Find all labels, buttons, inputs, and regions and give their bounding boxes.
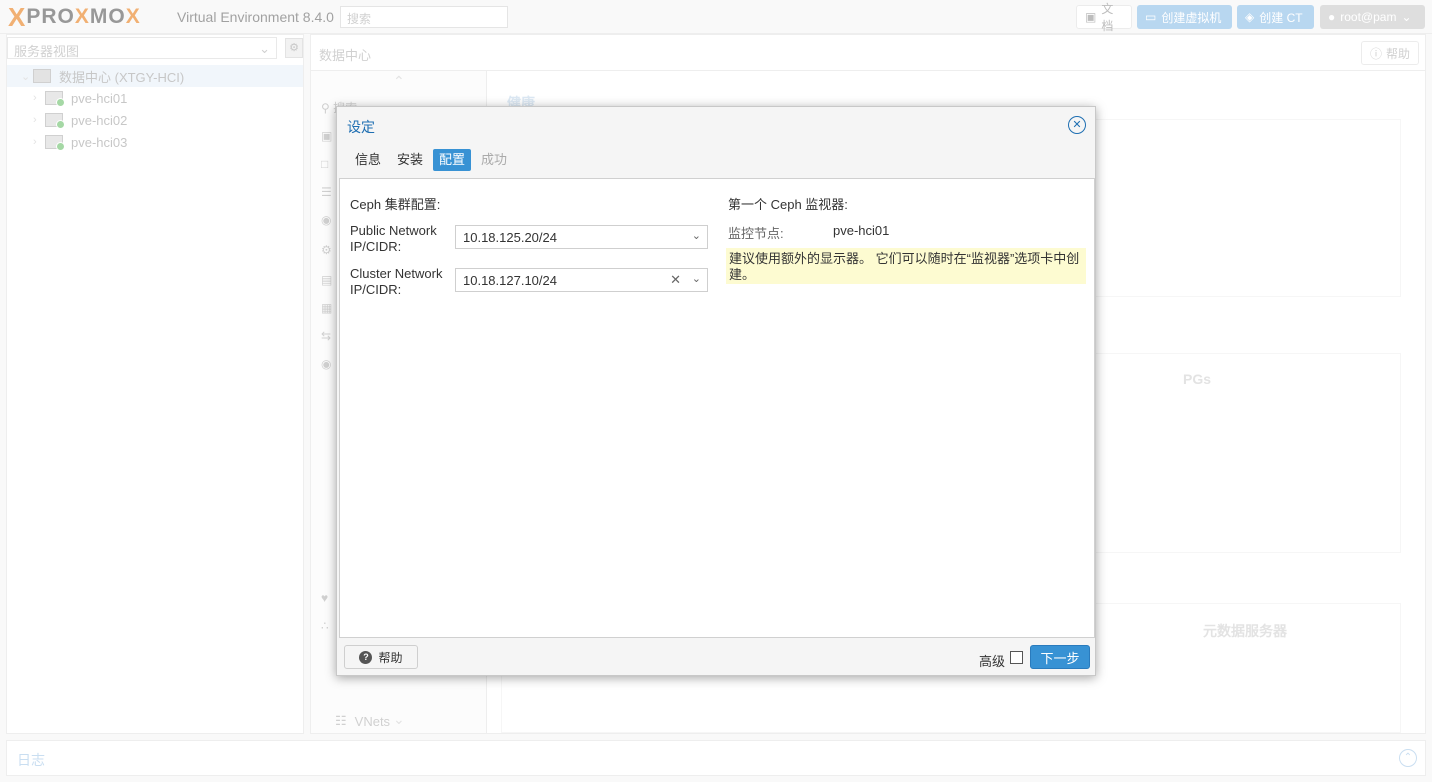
monitor-node-label: 监控节点: [728, 226, 784, 241]
advanced-checkbox[interactable] [1010, 651, 1023, 664]
public-network-value: 10.18.125.20/24 [463, 230, 557, 245]
next-button[interactable]: 下一步 [1030, 645, 1090, 669]
public-network-label: Public Network IP/CIDR: [350, 223, 437, 254]
public-network-combobox[interactable]: 10.18.125.20/24 ⌄ [455, 225, 708, 249]
ceph-setup-dialog: 设定 ✕ 信息 安装 配置 成功 Ceph 集群配置: Public Netwo… [336, 106, 1096, 676]
help-button[interactable]: ? 帮助 [344, 645, 418, 669]
tab-success: 成功 [481, 152, 508, 167]
dialog-footer: ? 帮助 高级 下一步 [337, 639, 1095, 676]
advanced-label: 高级 [979, 654, 1006, 669]
monitor-title: 第一个 Ceph 监视器: [728, 197, 848, 212]
cluster-network-combobox[interactable]: 10.18.127.10/24 ✕ ⌄ [455, 268, 708, 292]
clear-icon[interactable]: ✕ [670, 272, 681, 288]
monitor-node-value: pve-hci01 [833, 223, 890, 238]
wizard-tabs: 信息 安装 配置 成功 [349, 149, 513, 171]
cluster-network-value: 10.18.127.10/24 [463, 273, 557, 288]
close-icon[interactable]: ✕ [1068, 116, 1086, 134]
question-icon: ? [359, 650, 373, 664]
tab-install[interactable]: 安装 [391, 149, 429, 171]
cluster-config-title: Ceph 集群配置: [350, 197, 441, 212]
help-button-label: 帮助 [378, 650, 403, 665]
chevron-down-icon[interactable]: ⌄ [692, 272, 701, 285]
dialog-body: Ceph 集群配置: Public Network IP/CIDR: 10.18… [339, 178, 1095, 638]
chevron-down-icon[interactable]: ⌄ [692, 229, 701, 242]
tab-info[interactable]: 信息 [349, 149, 387, 171]
tab-config[interactable]: 配置 [433, 149, 472, 171]
dialog-title: 设定 [347, 119, 375, 135]
cluster-network-label: Cluster Network IP/CIDR: [350, 266, 443, 297]
monitor-hint: 建议使用额外的显示器。 它们可以随时在“监视器”选项卡中创建。 [726, 248, 1086, 284]
